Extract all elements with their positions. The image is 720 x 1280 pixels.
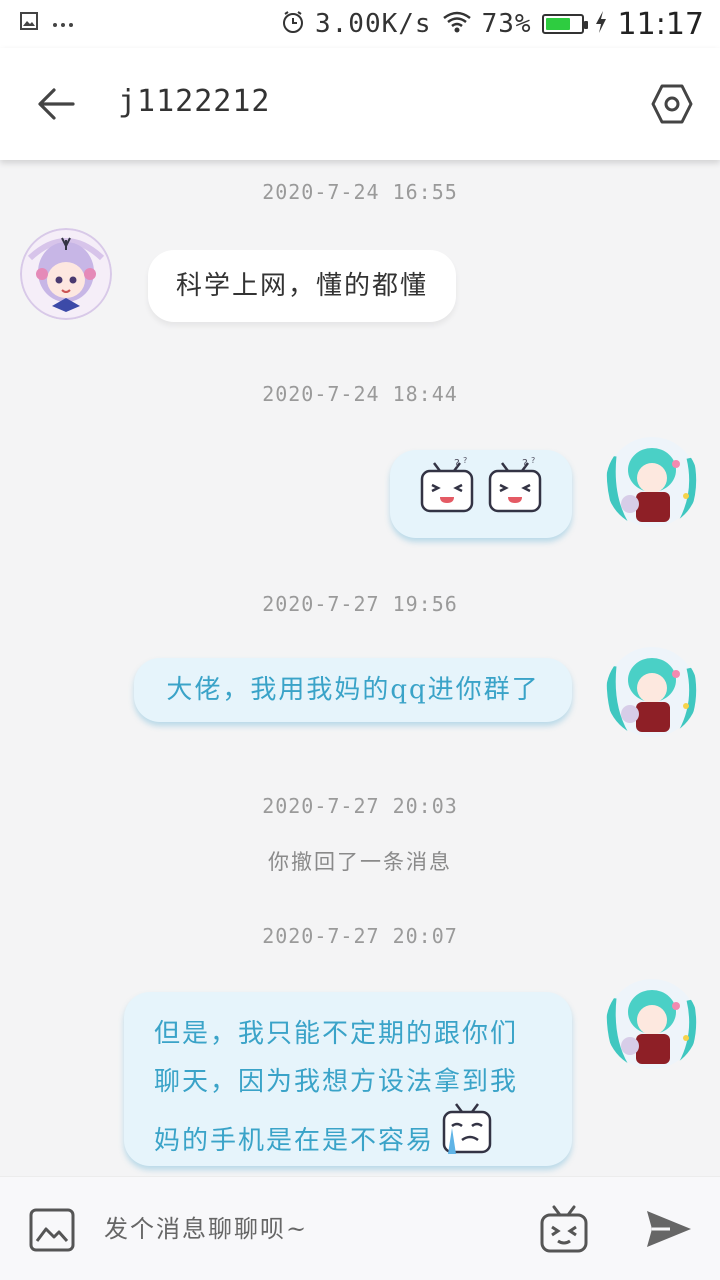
clock: 11:17: [617, 6, 704, 42]
chat-area[interactable]: 2020-7-24 16:55 科学上网，懂的都懂 2020-7-24 18:4…: [0, 160, 720, 1176]
message-bubble-outgoing[interactable]: 但是，我只能不定期的跟你们 聊天，因为我想方设法拿到我 妈的手机是在是不容易: [124, 992, 572, 1166]
status-bar: 3.00K/s 73% 11:17: [0, 0, 720, 48]
crying-tv-sticker: [438, 1098, 496, 1177]
avatar[interactable]: [20, 228, 112, 320]
svg-text:?: ?: [531, 456, 537, 465]
more-icon: [52, 14, 74, 33]
timestamp: 2020-7-24 16:55: [262, 180, 458, 204]
image-picker-button[interactable]: [28, 1207, 76, 1253]
back-button[interactable]: [28, 78, 84, 130]
charging-icon: [594, 10, 608, 38]
tv-face-sticker: ? ?: [418, 455, 476, 534]
message-bubble-incoming[interactable]: 科学上网，懂的都懂: [148, 250, 457, 322]
alarm-icon: [281, 10, 305, 38]
timestamp: 2020-7-27 19:56: [262, 592, 458, 616]
image-icon: [20, 12, 38, 34]
tv-face-sticker: ? ?: [486, 455, 544, 534]
svg-text:?: ?: [463, 456, 469, 465]
chat-title: j1122212: [118, 84, 271, 119]
recall-notice: 你撤回了一条消息: [268, 850, 452, 874]
message-line: 聊天，因为我想方设法拿到我: [154, 1067, 519, 1097]
timestamp: 2020-7-27 20:07: [262, 924, 458, 948]
send-icon: [647, 1211, 691, 1247]
settings-hexagon-icon: [651, 84, 693, 124]
avatar[interactable]: [606, 646, 698, 738]
send-button[interactable]: [644, 1207, 694, 1251]
svg-text:?: ?: [454, 457, 462, 470]
message-input[interactable]: [104, 1207, 504, 1251]
sticker-button[interactable]: [538, 1203, 590, 1255]
svg-text:?: ?: [522, 457, 530, 470]
network-speed: 3.00K/s: [314, 9, 432, 39]
battery-icon: [541, 14, 588, 34]
timestamp: 2020-7-27 20:03: [262, 794, 458, 818]
settings-button[interactable]: [646, 78, 698, 130]
message-line: 妈的手机是在是不容易: [154, 1126, 435, 1156]
message-line: 但是，我只能不定期的跟你们: [154, 1019, 519, 1049]
message-input-bar: [0, 1176, 720, 1280]
battery-percent: 73%: [481, 9, 532, 39]
timestamp: 2020-7-24 18:44: [262, 382, 458, 406]
wifi-icon: [442, 10, 472, 38]
avatar[interactable]: [606, 978, 698, 1070]
back-arrow-icon: [38, 88, 75, 120]
message-bubble-outgoing[interactable]: 大佬，我用我妈的qq进你群了: [134, 658, 572, 722]
chat-header: j1122212: [0, 48, 720, 160]
message-bubble-outgoing[interactable]: ? ? ? ?: [390, 450, 572, 538]
image-icon: [29, 1208, 75, 1252]
tv-emoji-icon: [540, 1205, 588, 1253]
avatar[interactable]: [606, 436, 698, 528]
